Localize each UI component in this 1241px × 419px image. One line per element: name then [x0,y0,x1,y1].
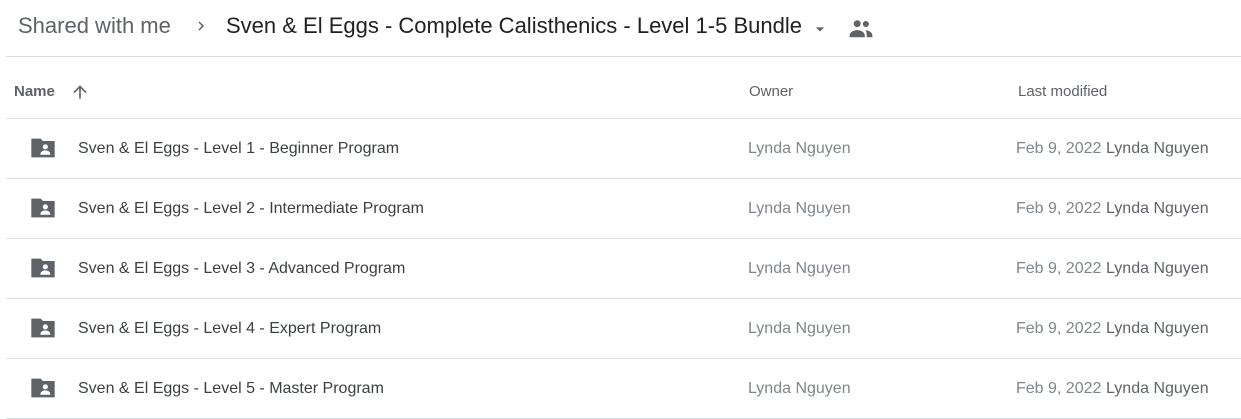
shared-folder-icon [31,258,55,278]
breadcrumb-current-folder[interactable]: Sven & El Eggs - Complete Calisthenics -… [226,12,802,40]
file-modified-date: Feb 9, 2022 [1016,260,1102,277]
chevron-right-icon [198,21,204,31]
file-owner: Lynda Nguyen [748,320,851,337]
shared-folder-icon [31,138,55,158]
file-list: Sven & El Eggs - Level 1 - Beginner Prog… [6,119,1241,419]
shared-folder-icon [31,378,55,398]
file-name[interactable]: Sven & El Eggs - Level 2 - Intermediate … [78,179,424,238]
file-modified-by: Lynda Nguyen [1106,200,1209,217]
table-row[interactable]: Sven & El Eggs - Level 3 - Advanced Prog… [6,239,1241,299]
shared-folder-icon [31,318,55,338]
file-name[interactable]: Sven & El Eggs - Level 3 - Advanced Prog… [78,239,405,298]
file-name[interactable]: Sven & El Eggs - Level 1 - Beginner Prog… [78,119,399,178]
table-row[interactable]: Sven & El Eggs - Level 4 - Expert Progra… [6,299,1241,359]
file-owner: Lynda Nguyen [748,380,851,397]
file-modified-date: Feb 9, 2022 [1016,200,1102,217]
file-modified-date: Feb 9, 2022 [1016,380,1102,397]
column-header-name[interactable]: Name [14,66,55,118]
people-icon[interactable] [848,17,874,39]
file-modified-by: Lynda Nguyen [1106,140,1209,157]
table-row[interactable]: Sven & El Eggs - Level 5 - Master Progra… [6,359,1241,419]
file-modified-by: Lynda Nguyen [1106,380,1209,397]
file-modified-by: Lynda Nguyen [1106,260,1209,277]
file-modified-by: Lynda Nguyen [1106,320,1209,337]
table-row[interactable]: Sven & El Eggs - Level 1 - Beginner Prog… [6,119,1241,179]
header-divider [6,56,1241,57]
file-modified-date: Feb 9, 2022 [1016,320,1102,337]
file-modified-date: Feb 9, 2022 [1016,140,1102,157]
column-header-last-modified[interactable]: Last modified [1018,66,1107,118]
breadcrumb-shared-with-me[interactable]: Shared with me [18,12,171,40]
arrow-upward-icon[interactable] [70,82,90,102]
file-name[interactable]: Sven & El Eggs - Level 4 - Expert Progra… [78,299,381,358]
table-row[interactable]: Sven & El Eggs - Level 2 - Intermediate … [6,179,1241,239]
file-owner: Lynda Nguyen [748,260,851,277]
file-owner: Lynda Nguyen [748,140,851,157]
column-header-owner[interactable]: Owner [749,66,793,118]
file-owner: Lynda Nguyen [748,200,851,217]
shared-folder-icon [31,198,55,218]
arrow-drop-down-icon[interactable] [810,19,830,39]
breadcrumb: Shared with me Sven & El Eggs - Complete… [0,0,1241,56]
file-name[interactable]: Sven & El Eggs - Level 5 - Master Progra… [78,359,384,418]
